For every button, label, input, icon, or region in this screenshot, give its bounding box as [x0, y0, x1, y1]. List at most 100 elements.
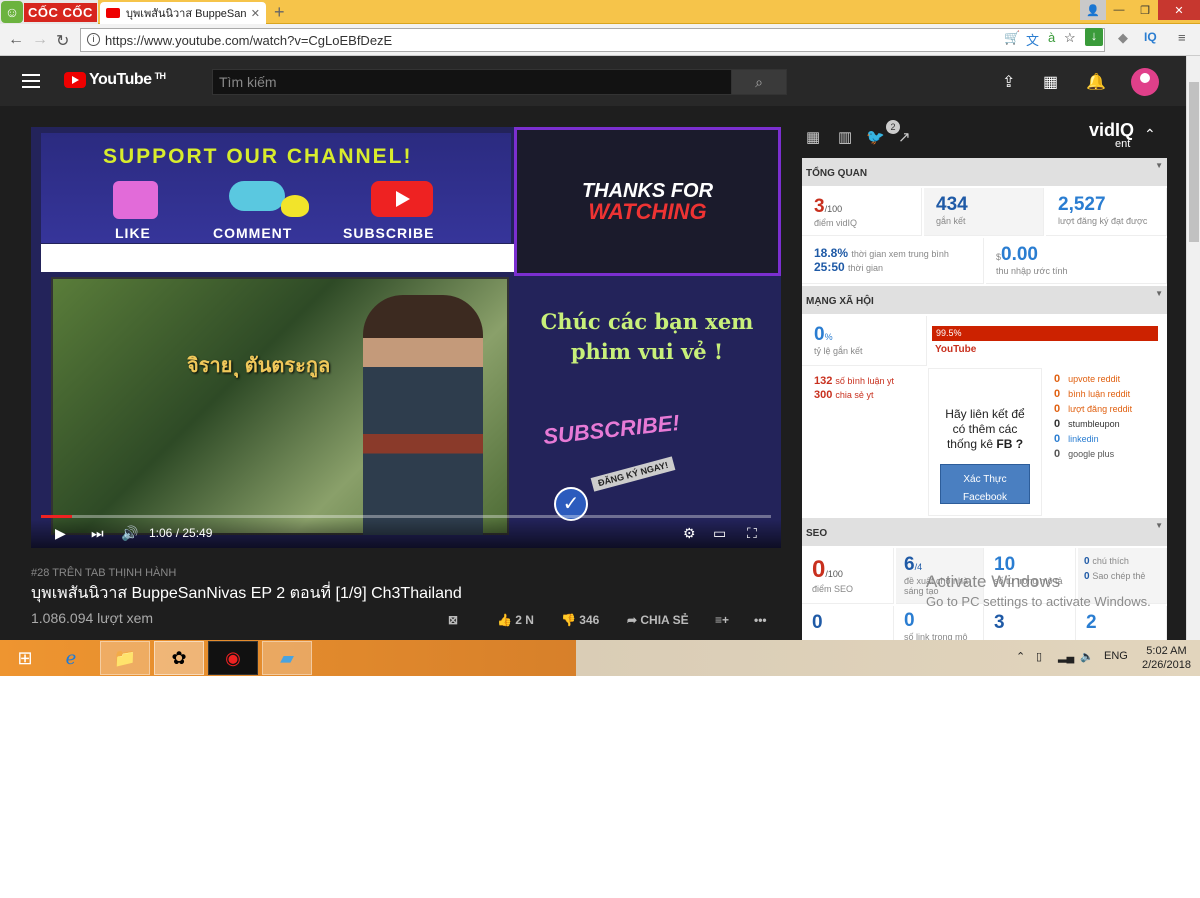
social-header[interactable]: MẠNG XÃ HỘI ▼ — [802, 286, 1167, 314]
social-stat-label: linkedin — [1068, 434, 1099, 444]
view-count: 1.086.094 lượt xem — [31, 610, 154, 626]
forward-icon[interactable]: → — [32, 31, 48, 49]
support-banner: SUPPORT OUR CHANNEL! LIKE COMMENT SUBSCR… — [41, 133, 511, 243]
verify-facebook-button[interactable]: Xác Thực Facebook — [940, 464, 1030, 504]
url-field[interactable]: i https://www.youtube.com/watch?v=CgLoEB… — [80, 28, 1105, 52]
collapse-icon[interactable]: ⌃ — [1144, 126, 1156, 143]
fb-prompt-fb: FB ? — [996, 437, 1024, 451]
settings-gear-icon[interactable]: ⚙ — [683, 525, 696, 542]
signal-icon[interactable]: ▂▄ — [1058, 650, 1074, 663]
coccoc-taskbar-icon[interactable]: ✿ — [154, 641, 204, 675]
watch-pct: 18.8% — [814, 246, 849, 260]
info-icon[interactable]: i — [87, 33, 100, 46]
volume-tray-icon[interactable]: 🔈 — [1080, 650, 1094, 663]
start-windows-icon[interactable]: ⊞ — [0, 641, 50, 675]
youtube-favicon-icon — [106, 8, 120, 18]
scrollbar[interactable] — [1186, 56, 1200, 640]
overview-header-label: TỔNG QUAN — [806, 168, 868, 179]
apps-grid-icon[interactable]: ▦ — [1043, 72, 1058, 92]
favs-value: 0 — [1084, 556, 1090, 567]
clock[interactable]: 5:02 AM 2/26/2018 — [1142, 644, 1191, 672]
social-stat-row: 0 linkedin — [1054, 432, 1167, 447]
bookmark-star-icon[interactable]: ☆ — [1064, 30, 1076, 46]
caret-icon: ▼ — [1155, 521, 1163, 530]
extension-icon[interactable]: ◆ — [1118, 30, 1128, 46]
social-stat-value: 0 — [1054, 433, 1061, 445]
hamburger-menu-icon[interactable] — [22, 74, 40, 88]
watch-page: SUPPORT OUR CHANNEL! LIKE COMMENT SUBSCR… — [0, 106, 1186, 640]
time-display: 1:06 / 25:49 — [149, 526, 213, 540]
notifications-bell-icon[interactable]: 🔔 — [1086, 72, 1106, 92]
more-options-icon[interactable]: ••• — [754, 613, 767, 627]
file-explorer-icon[interactable]: 📁 — [100, 641, 150, 675]
seo-header[interactable]: SEO ▼ — [802, 518, 1167, 546]
search-input[interactable]: Tìm kiếm — [212, 69, 732, 95]
greeting-line-2: phim vui vẻ ! — [570, 339, 724, 364]
dislike-button[interactable]: 👎 346 — [561, 613, 599, 627]
search-button[interactable]: ⌕ — [731, 69, 787, 95]
maximize-icon[interactable]: ❐ — [1132, 0, 1158, 20]
reload-icon[interactable]: ↻ — [56, 31, 69, 51]
seo-row2-a: 0 — [802, 606, 894, 640]
avatar[interactable] — [1131, 68, 1159, 96]
vidiq-score-suffix: /100 — [824, 204, 843, 214]
youtube-logo-text: YouTube — [89, 71, 152, 88]
share-button[interactable]: ➦ CHIA SẺ — [627, 613, 689, 627]
user-icon[interactable]: 👤 — [1080, 0, 1106, 20]
notes-app-icon[interactable]: ▰ — [262, 641, 312, 675]
youtube-header: YouTube TH Tìm kiếm ⌕ ⇪ ▦ 🔔 — [0, 56, 1186, 106]
minimize-icon[interactable]: — — [1106, 0, 1132, 20]
translate-icon[interactable]: 文 — [1026, 30, 1039, 49]
new-tab-icon[interactable]: + — [274, 2, 285, 23]
seo-score-cell: 0/100 điểm SEO — [802, 548, 894, 604]
internet-explorer-icon[interactable]: ℯ — [46, 641, 96, 675]
close-tab-icon[interactable]: ✕ — [251, 7, 260, 20]
vidiq-panel: TỔNG QUAN ▼ 3/100 điểm vidIQ 434 gắn kết … — [802, 158, 1167, 640]
tray-chevron-icon[interactable]: ⌃ — [1016, 650, 1025, 663]
video-player[interactable]: SUPPORT OUR CHANNEL! LIKE COMMENT SUBSCR… — [31, 127, 781, 548]
coccoc-logo[interactable]: ☺ CỐC CỐC — [0, 0, 98, 24]
upload-icon[interactable]: ⇪ — [1002, 72, 1015, 92]
twitter-icon[interactable]: 🐦 — [866, 128, 885, 146]
seo-row2-c-value: 3 — [994, 612, 1005, 633]
volume-icon[interactable]: 🔊 — [121, 525, 138, 542]
fullscreen-icon[interactable]: ⛶ — [747, 525, 757, 542]
theater-mode-icon[interactable]: ▭ — [713, 525, 726, 542]
trending-badge[interactable]: #28 TRÊN TAB THỊNH HÀNH — [31, 567, 176, 579]
grid-icon[interactable]: ▦ — [806, 128, 820, 146]
like-count: 2 N — [515, 613, 534, 627]
engagement-label: gắn kết — [936, 216, 966, 226]
language-indicator[interactable]: ENG — [1104, 650, 1128, 662]
vidiq-action-icon[interactable]: ⊠ — [448, 613, 458, 627]
heart-icon — [281, 195, 309, 217]
earnings-value: 0.00 — [1001, 244, 1038, 265]
download-icon[interactable]: ↓ — [1085, 28, 1103, 46]
cart-icon[interactable]: 🛒 — [1004, 30, 1020, 46]
seo-row2-c: 3 — [986, 606, 1076, 640]
browser-tab[interactable]: บุพเพสันนิวาส BuppeSanNiv ✕ — [100, 2, 266, 24]
bar-chart-icon[interactable]: ▥ — [838, 128, 852, 146]
youtube-logo[interactable]: YouTube TH — [64, 71, 166, 89]
youtube-share-bar: 99.5% — [932, 326, 1158, 341]
dangky-label: ĐĂNG KÝ NGAY! — [590, 456, 676, 492]
social-stat-label: upvote reddit — [1068, 374, 1121, 384]
play-icon[interactable]: ▶ — [55, 525, 66, 542]
next-icon[interactable]: ⏭ — [91, 525, 104, 542]
spell-icon[interactable]: à — [1048, 30, 1055, 45]
trend-icon[interactable]: ↗ — [898, 128, 911, 146]
vidiq-extension-icon[interactable]: IQ — [1144, 30, 1157, 44]
close-window-icon[interactable]: ✕ — [1158, 0, 1200, 20]
scrollbar-thumb[interactable] — [1189, 82, 1199, 242]
subs-label: lượt đăng ký đạt được — [1058, 216, 1148, 226]
progress-bar[interactable] — [41, 515, 771, 518]
like-button[interactable]: 👍 2 N — [497, 613, 534, 627]
youtube-share-label: YouTube — [935, 344, 977, 355]
seo-header-label: SEO — [806, 528, 828, 539]
add-to-playlist-icon[interactable]: ≡+ — [715, 613, 729, 627]
garena-icon[interactable]: ◉ — [208, 641, 258, 675]
menu-icon[interactable]: ≡ — [1178, 30, 1186, 45]
back-icon[interactable]: ← — [8, 31, 24, 49]
seo-score-suffix: /100 — [825, 569, 843, 579]
battery-icon[interactable]: ▯ — [1036, 650, 1042, 663]
overview-header[interactable]: TỔNG QUAN ▼ — [802, 158, 1167, 186]
